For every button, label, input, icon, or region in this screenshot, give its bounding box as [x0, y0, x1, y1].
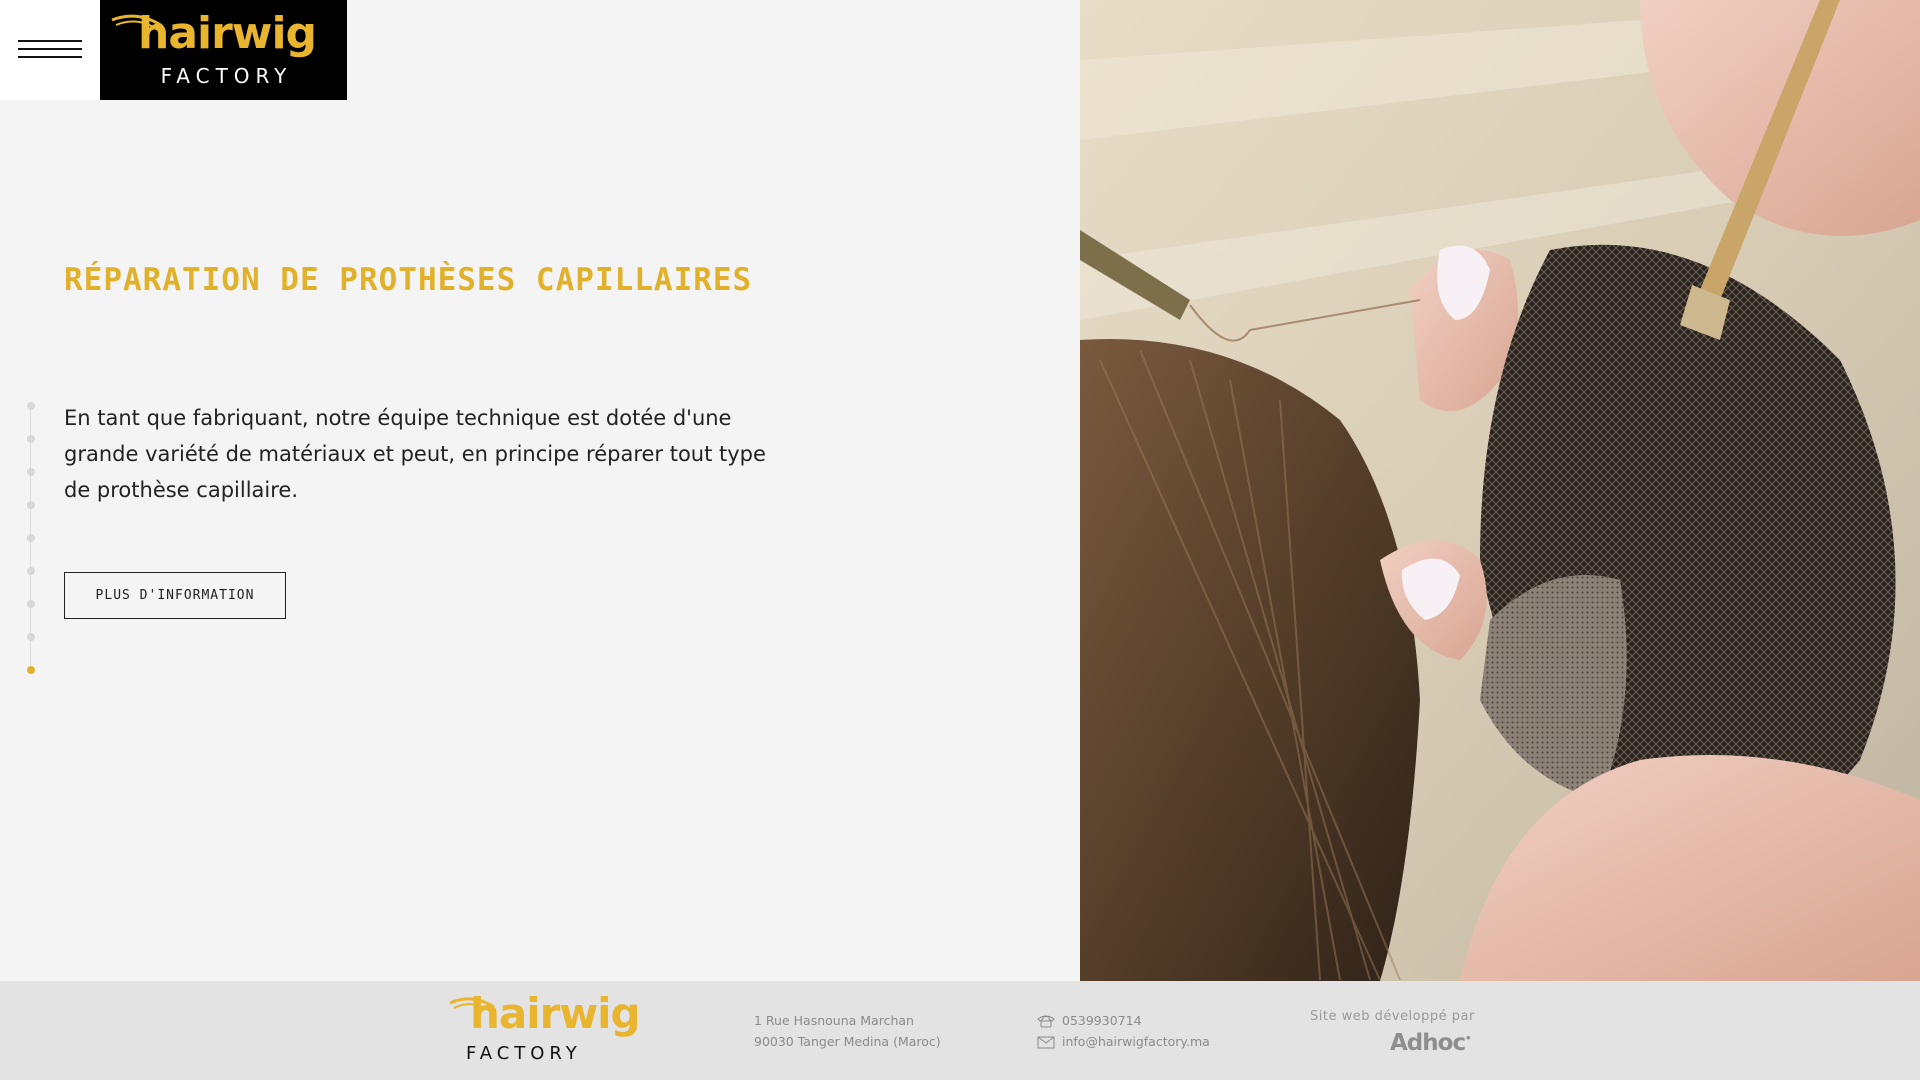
email-link[interactable]: info@hairwigfactory.ma — [1062, 1031, 1210, 1052]
slide-description: En tant que fabriquant, notre équipe tec… — [64, 406, 766, 502]
footer-contact: 0539930714 info@hairwigfactory.ma — [1037, 1010, 1210, 1052]
address-line-1: 1 Rue Hasnouna Marchan — [754, 1013, 914, 1028]
footer-logo-wordmark: hairwig — [470, 989, 641, 1038]
slide-dot-3[interactable] — [27, 468, 35, 476]
mail-icon — [1037, 1036, 1055, 1048]
slide-dot-4[interactable] — [27, 501, 35, 509]
slide-dot-6[interactable] — [27, 567, 35, 575]
menu-icon[interactable] — [18, 40, 82, 64]
email-row: info@hairwigfactory.ma — [1037, 1031, 1210, 1052]
slide-pagination — [26, 400, 36, 680]
slide-dot-1[interactable] — [27, 402, 35, 410]
menu-container — [0, 0, 100, 100]
slide-dot-2[interactable] — [27, 435, 35, 443]
hero-photo — [1080, 0, 1920, 981]
slide-dot-9[interactable] — [27, 666, 35, 674]
slide-dot-7[interactable] — [27, 600, 35, 608]
slide-dot-5[interactable] — [27, 534, 35, 542]
slide-dot-8[interactable] — [27, 633, 35, 641]
phone-row: 0539930714 — [1037, 1010, 1210, 1031]
developer-name: Adhoc — [1390, 1030, 1466, 1056]
more-info-button[interactable]: PLUS D'INFORMATION — [64, 572, 286, 619]
site-footer: hairwig FACTORY — [0, 981, 1920, 1080]
site-logo[interactable]: hairwig FACTORY — [100, 0, 347, 100]
phone-link[interactable]: 0539930714 — [1062, 1010, 1142, 1031]
logo-wordmark: hairwig — [138, 8, 317, 59]
address-line-2: 90030 Tanger Medina (Maroc) — [754, 1034, 941, 1049]
developer-mark: • — [1465, 1033, 1471, 1045]
phone-icon — [1037, 1015, 1055, 1027]
footer-logo[interactable]: hairwig FACTORY — [448, 993, 658, 1068]
logo-subtitle: FACTORY — [160, 64, 293, 88]
developed-by-label: Site web développé par — [1310, 1009, 1475, 1024]
developer-link[interactable]: Adhoc• — [1390, 1030, 1472, 1056]
footer-address: 1 Rue Hasnouna Marchan 90030 Tanger Medi… — [754, 1010, 941, 1052]
slide-title: RÉPARATION DE PROTHÈSES CAPILLAIRES — [64, 262, 753, 298]
footer-logo-subtitle: FACTORY — [466, 1043, 582, 1064]
